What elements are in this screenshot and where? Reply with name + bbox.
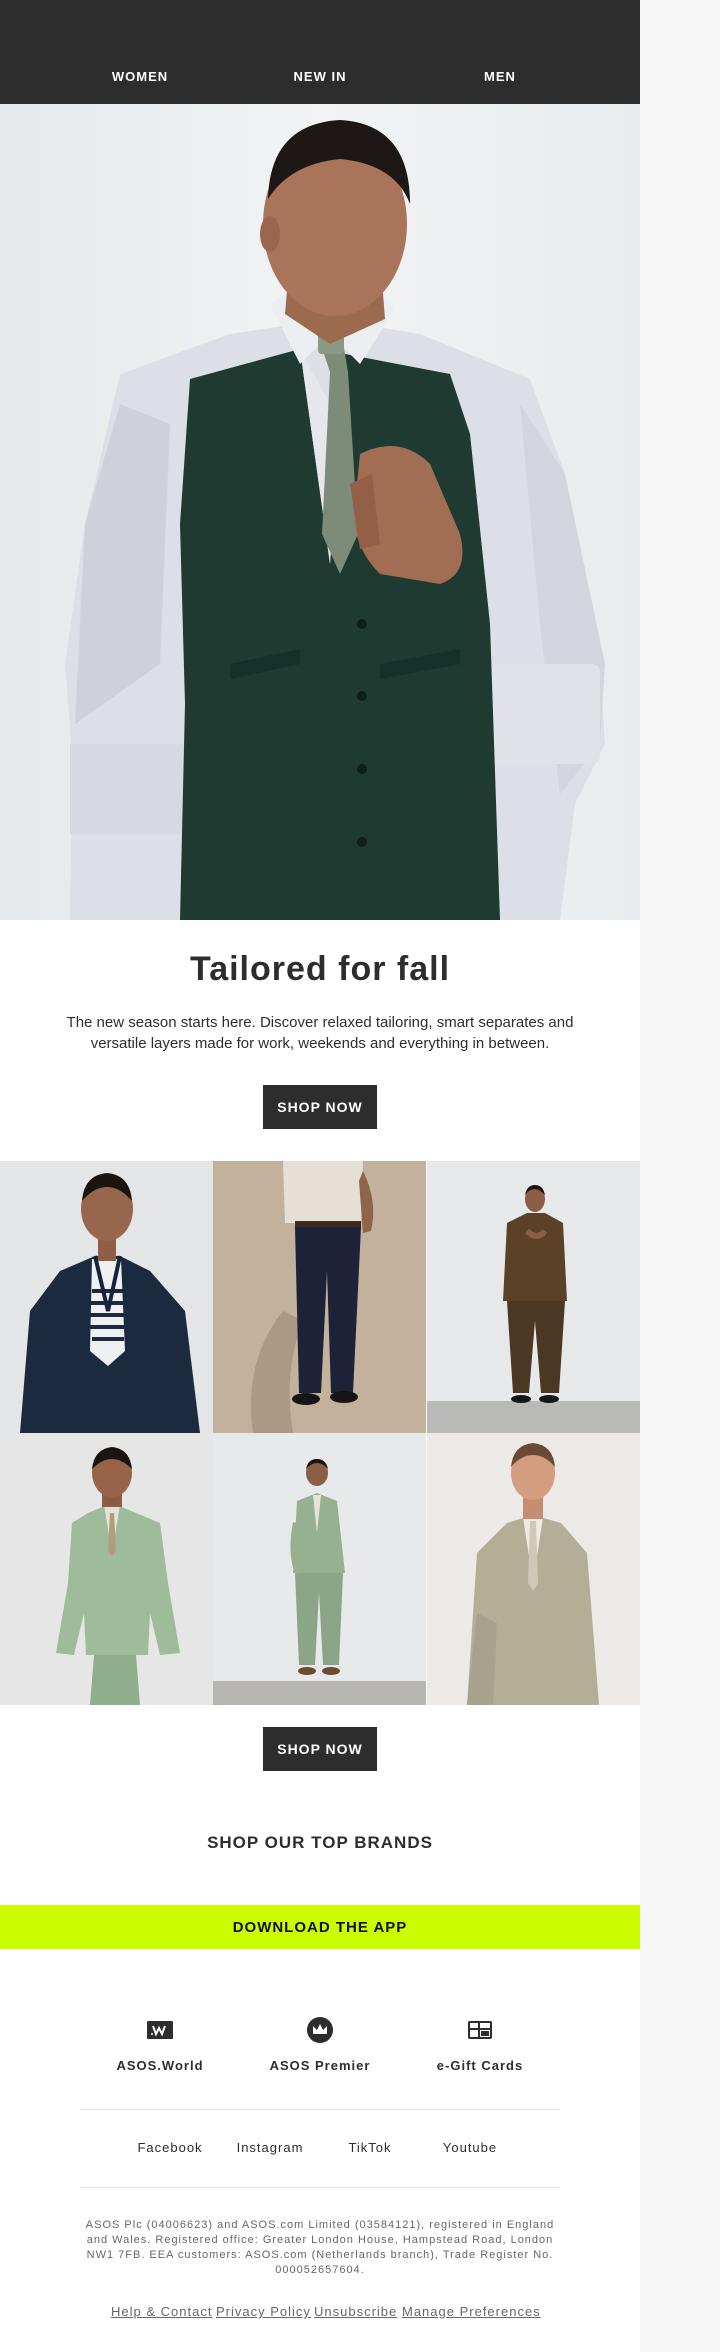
crown-icon xyxy=(307,2017,333,2043)
top-brands-heading: SHOP OUR TOP BRANDS xyxy=(207,1833,433,1852)
nav-new-in-link[interactable]: NEW IN xyxy=(240,69,400,84)
navy-trousers-image xyxy=(213,1161,426,1433)
download-app-banner[interactable]: DOWNLOAD THE APP xyxy=(0,1905,640,1949)
help-contact-link[interactable]: Help & Contact xyxy=(111,2304,212,2319)
product-tile-sage-double-breasted[interactable] xyxy=(0,1433,213,1705)
product-tile-stone-suit[interactable] xyxy=(427,1433,640,1705)
product-tile-sage-suit-full[interactable] xyxy=(213,1433,426,1705)
stone-suit-image xyxy=(427,1433,640,1705)
product-tile-brown-suit[interactable] xyxy=(427,1161,640,1433)
download-app-label: DOWNLOAD THE APP xyxy=(232,1918,408,1936)
email-body: WOMEN NEW IN MEN Tailored for fall The n… xyxy=(0,0,640,2352)
gift-card-icon xyxy=(468,2021,492,2039)
top-navigation: WOMEN NEW IN MEN xyxy=(0,0,640,104)
brown-suit-image xyxy=(427,1161,640,1433)
manage-preferences-link[interactable]: Manage Preferences xyxy=(402,2304,541,2319)
service-asos-world-label: ASOS.World xyxy=(116,2058,204,2073)
hero-model-illustration xyxy=(65,120,605,920)
privacy-policy-link[interactable]: Privacy Policy xyxy=(216,2304,311,2319)
service-asos-premier[interactable]: ASOS Premier xyxy=(230,2016,410,2073)
service-gift-cards-label: e-Gift Cards xyxy=(436,2058,524,2073)
hero-headline: Tailored for fall xyxy=(189,950,451,988)
sage-suit-full-image xyxy=(213,1433,426,1705)
social-youtube-link[interactable]: Youtube xyxy=(410,2140,530,2155)
unsubscribe-link[interactable]: Unsubscribe xyxy=(314,2304,397,2319)
shop-now-button[interactable]: SHOP NOW xyxy=(263,1085,377,1129)
product-tile-navy-blazer[interactable] xyxy=(0,1161,213,1433)
service-asos-world[interactable]: ASOS.World xyxy=(70,2016,250,2073)
shop-now-button-secondary[interactable]: SHOP NOW xyxy=(263,1727,377,1771)
navy-blazer-image xyxy=(0,1161,213,1433)
product-tile-navy-trousers[interactable] xyxy=(213,1161,426,1433)
sage-suit-image xyxy=(0,1433,213,1705)
hero-image[interactable] xyxy=(0,104,640,920)
hero-body-copy: The new season starts here. Discover rel… xyxy=(66,1014,574,1052)
service-asos-premier-label: ASOS Premier xyxy=(269,2058,371,2073)
asos-world-icon xyxy=(147,2021,173,2039)
divider-bottom xyxy=(80,2187,560,2188)
nav-men-link[interactable]: MEN xyxy=(420,69,580,84)
legal-notice: ASOS Plc (04006623) and ASOS.com Limited… xyxy=(85,2219,555,2276)
service-gift-cards[interactable]: e-Gift Cards xyxy=(390,2016,570,2073)
divider-top xyxy=(80,2109,560,2110)
product-image-grid xyxy=(0,1161,640,1705)
nav-women-link[interactable]: WOMEN xyxy=(60,69,220,84)
